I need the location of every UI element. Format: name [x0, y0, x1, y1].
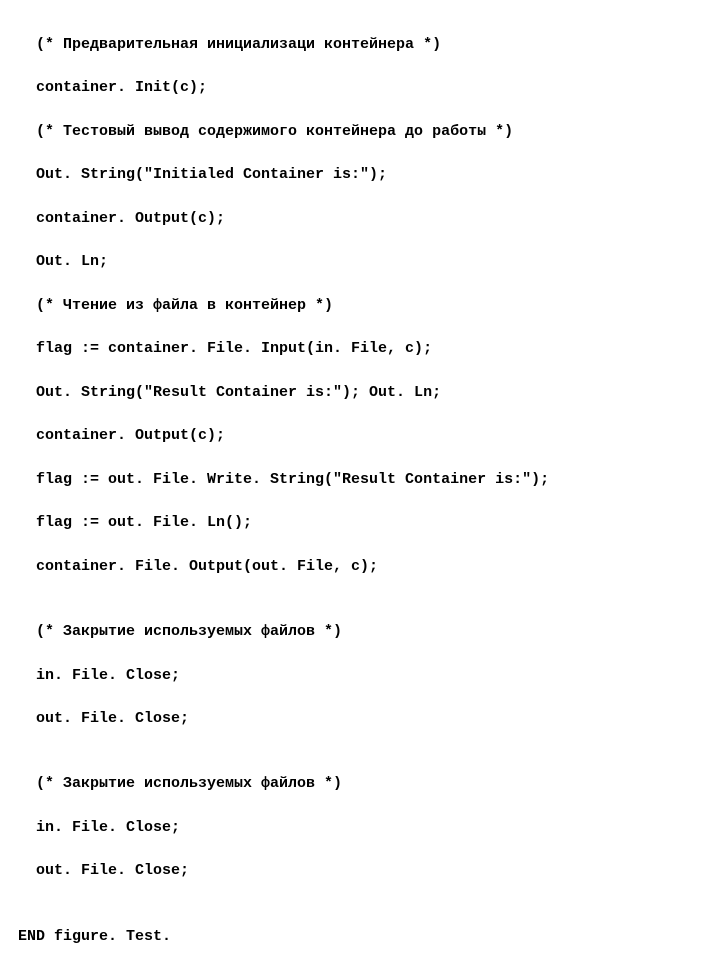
code-line: out. File. Close; [18, 708, 720, 730]
code-line: (* Тестовый вывод содержимого контейнера… [18, 121, 720, 143]
code-line: (* Чтение из файла в контейнер *) [18, 295, 720, 317]
code-line: Out. String("Initialed Container is:"); [18, 164, 720, 186]
code-line: container. File. Output(out. File, c); [18, 556, 720, 578]
code-line: flag := out. File. Ln(); [18, 512, 720, 534]
code-line: in. File. Close; [18, 665, 720, 687]
code-line: container. Output(c); [18, 208, 720, 230]
code-listing: (* Предварительная инициализаци контейне… [0, 0, 720, 969]
code-line: (* Предварительная инициализаци контейне… [18, 34, 720, 56]
code-line: container. Output(c); [18, 425, 720, 447]
code-line: flag := out. File. Write. String("Result… [18, 469, 720, 491]
code-line: Out. String("Result Container is:"); Out… [18, 382, 720, 404]
code-line: (* Закрытие используемых файлов *) [18, 773, 720, 795]
code-line: in. File. Close; [18, 817, 720, 839]
code-line: (* Закрытие используемых файлов *) [18, 621, 720, 643]
code-line: out. File. Close; [18, 860, 720, 882]
code-line: END figure. Test. [18, 926, 720, 948]
code-line: Out. Ln; [18, 251, 720, 273]
code-line: container. Init(c); [18, 77, 720, 99]
code-line: flag := container. File. Input(in. File,… [18, 338, 720, 360]
